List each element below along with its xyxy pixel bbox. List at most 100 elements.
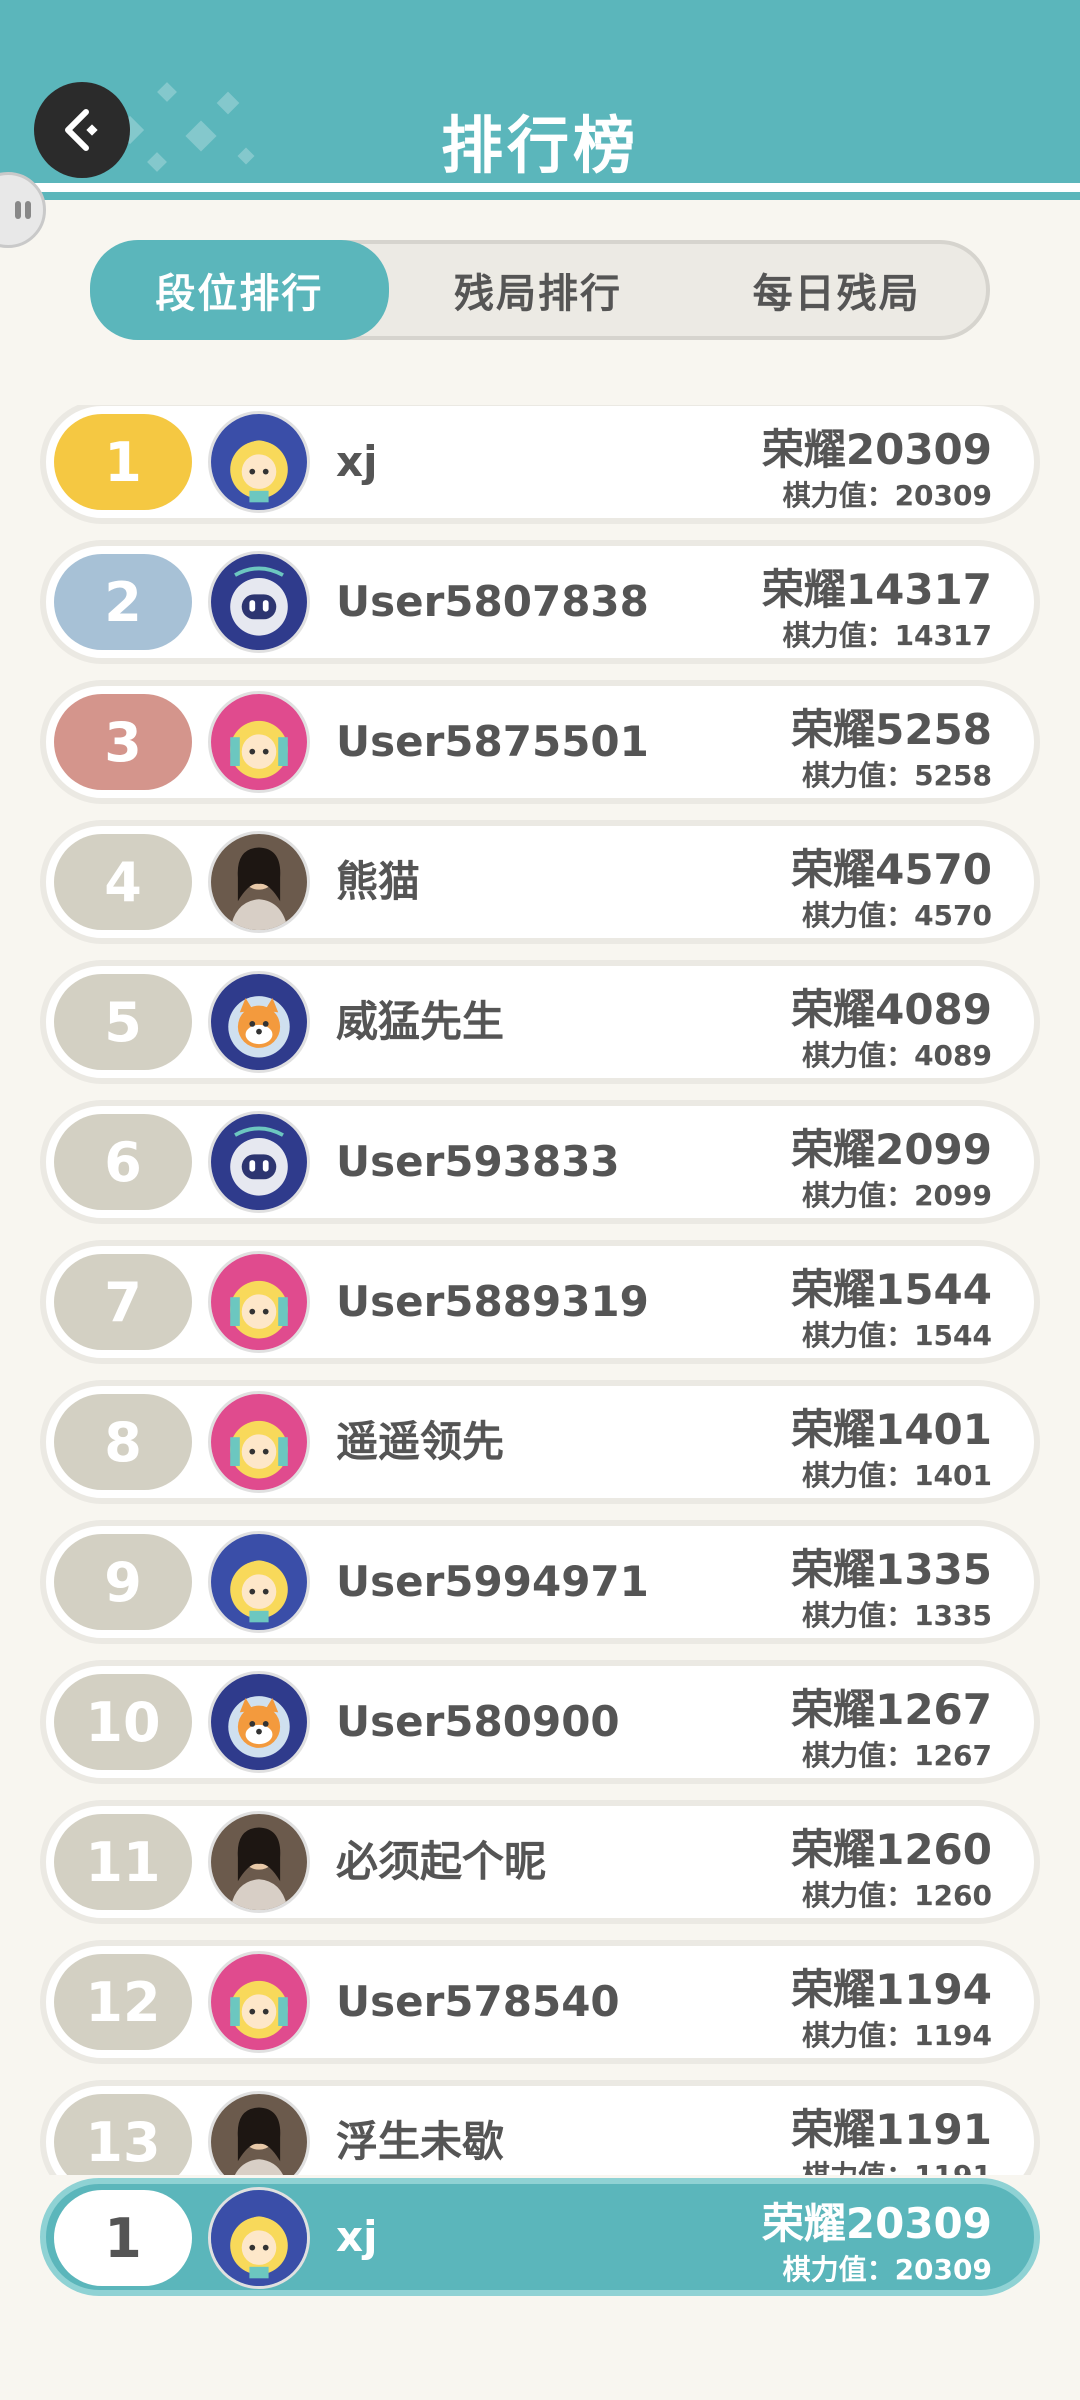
username: User5807838 <box>336 577 649 626</box>
honor-score: 荣耀5258 <box>791 705 992 754</box>
username: 必须起个昵 <box>336 1837 547 1886</box>
honor-score: 荣耀20309 <box>761 425 992 474</box>
avatar[interactable] <box>208 1811 310 1913</box>
rank-badge: 10 <box>54 1674 192 1770</box>
rank-badge: 2 <box>54 554 192 650</box>
username: 熊猫 <box>336 857 421 906</box>
power-value: 棋力值：4570 <box>802 899 992 932</box>
avatar[interactable] <box>208 1951 310 2053</box>
honor-score: 荣耀1401 <box>791 1405 992 1454</box>
avatar[interactable] <box>208 1251 310 1353</box>
leaderboard-row[interactable]: 11 必须起个昵 荣耀1260 棋力值：1260 <box>40 1800 1040 1924</box>
yellow-girl-avatar-icon <box>211 2190 307 2286</box>
avatar[interactable] <box>208 1671 310 1773</box>
tab-bar: 段位排行 残局排行 每日残局 <box>90 240 990 340</box>
power-value: 棋力值：1544 <box>802 1319 992 1352</box>
shiba-avatar-icon <box>211 974 307 1070</box>
photo-avatar-icon <box>211 1814 307 1910</box>
leaderboard-row[interactable]: 8 遥遥领先 荣耀1401 棋力值：1401 <box>40 1380 1040 1504</box>
power-value: 棋力值：1260 <box>802 1879 992 1912</box>
avatar[interactable] <box>208 971 310 1073</box>
power-value: 棋力值：1267 <box>802 1739 992 1772</box>
leaderboard-row[interactable]: 7 User5889319 荣耀1544 棋力值：1544 <box>40 1240 1040 1364</box>
leaderboard-row[interactable]: 3 User5875501 荣耀5258 棋力值：5258 <box>40 680 1040 804</box>
leaderboard-row[interactable]: 5 威猛先生 荣耀4089 棋力值：4089 <box>40 960 1040 1084</box>
leaderboard-row[interactable]: 9 User5994971 荣耀1335 棋力值：1335 <box>40 1520 1040 1644</box>
yellow-girl-avatar-icon <box>211 414 307 510</box>
username: User580900 <box>336 1697 620 1746</box>
avatar[interactable] <box>208 1111 310 1213</box>
avatar[interactable] <box>208 1531 310 1633</box>
leaderboard-row[interactable]: 12 User578540 荣耀1194 棋力值：1194 <box>40 1940 1040 2064</box>
leaderboard-list[interactable]: 1 xj 荣耀20309 棋力值：20309 2 User5807838 荣耀14317 棋力… <box>40 405 1040 2175</box>
rank-badge: 5 <box>54 974 192 1070</box>
my-username: xj <box>336 2212 378 2261</box>
honor-score: 荣耀1335 <box>791 1545 992 1594</box>
avatar[interactable] <box>208 691 310 793</box>
power-value: 棋力值：14317 <box>782 619 992 652</box>
robot-avatar-icon <box>211 1114 307 1210</box>
power-value: 棋力值：1401 <box>802 1459 992 1492</box>
my-rank-badge: 1 <box>54 2190 192 2286</box>
username: User5889319 <box>336 1277 649 1326</box>
my-honor-score: 荣耀20309 <box>761 2199 992 2248</box>
rank-badge: 13 <box>54 2094 192 2175</box>
tab-daily-endgame[interactable]: 每日残局 <box>687 244 986 336</box>
rank-badge: 3 <box>54 694 192 790</box>
leaderboard-row[interactable]: 1 xj 荣耀20309 棋力值：20309 <box>40 405 1040 524</box>
leaderboard-row[interactable]: 2 User5807838 荣耀14317 棋力值：14317 <box>40 540 1040 664</box>
honor-score: 荣耀1260 <box>791 1825 992 1874</box>
power-value: 棋力值：20309 <box>782 479 992 512</box>
rank-badge: 12 <box>54 1954 192 2050</box>
avatar[interactable] <box>208 2091 310 2175</box>
tab-endgame-ranking[interactable]: 残局排行 <box>389 244 688 336</box>
honor-score: 荣耀1544 <box>791 1265 992 1314</box>
rank-badge: 11 <box>54 1814 192 1910</box>
leaderboard-row[interactable]: 6 User593833 荣耀2099 棋力值：2099 <box>40 1100 1040 1224</box>
photo-avatar-icon <box>211 2094 307 2175</box>
my-avatar <box>208 2187 310 2289</box>
username: 浮生未歇 <box>336 2117 505 2166</box>
rank-badge: 8 <box>54 1394 192 1490</box>
leaderboard-row[interactable]: 13 浮生未歇 荣耀1191棋力值：1191 <box>40 2080 1040 2175</box>
tab-rank-ladder[interactable]: 段位排行 <box>90 240 389 340</box>
robot-avatar-icon <box>211 554 307 650</box>
avatar[interactable] <box>208 1391 310 1493</box>
honor-score: 荣耀1267 <box>791 1685 992 1734</box>
honor-score: 荣耀1194 <box>791 1965 992 2014</box>
my-rank-row[interactable]: 1 xj 荣耀20309 棋力值：20309 <box>40 2178 1040 2296</box>
leaderboard-row[interactable]: 10 User580900 荣耀1267 棋力值：1267 <box>40 1660 1040 1784</box>
pink-girl-avatar-icon <box>211 694 307 790</box>
power-value: 棋力值：2099 <box>802 1179 992 1212</box>
honor-score: 荣耀1191 <box>791 2105 992 2154</box>
honor-score: 荣耀4089 <box>791 985 992 1034</box>
pink-girl-avatar-icon <box>211 1954 307 2050</box>
power-value: 棋力值：1194 <box>802 2019 992 2052</box>
honor-score: 荣耀2099 <box>791 1125 992 1174</box>
rank-badge: 9 <box>54 1534 192 1630</box>
username: xj <box>336 437 378 486</box>
pink-girl-avatar-icon <box>211 1394 307 1490</box>
username: User578540 <box>336 1977 620 2026</box>
username: User593833 <box>336 1137 620 1186</box>
username: User5994971 <box>336 1557 649 1606</box>
pink-girl-avatar-icon <box>211 1254 307 1350</box>
photo-avatar-icon <box>211 834 307 930</box>
power-value: 棋力值：1191 <box>802 2154 992 2175</box>
avatar[interactable] <box>208 551 310 653</box>
leaderboard-row[interactable]: 4 熊猫 荣耀4570 棋力值：4570 <box>40 820 1040 944</box>
rank-badge: 7 <box>54 1254 192 1350</box>
power-value: 棋力值：1335 <box>802 1599 992 1632</box>
rank-badge: 4 <box>54 834 192 930</box>
shiba-avatar-icon <box>211 1674 307 1770</box>
avatar[interactable] <box>208 411 310 513</box>
username: User5875501 <box>336 717 649 766</box>
power-value: 棋力值：5258 <box>802 759 992 792</box>
power-value: 棋力值：4089 <box>802 1039 992 1072</box>
my-power-value: 棋力值：20309 <box>782 2253 992 2286</box>
rank-badge: 1 <box>54 414 192 510</box>
honor-score: 荣耀14317 <box>761 565 992 614</box>
username: 威猛先生 <box>336 997 505 1046</box>
avatar[interactable] <box>208 831 310 933</box>
rank-badge: 6 <box>54 1114 192 1210</box>
